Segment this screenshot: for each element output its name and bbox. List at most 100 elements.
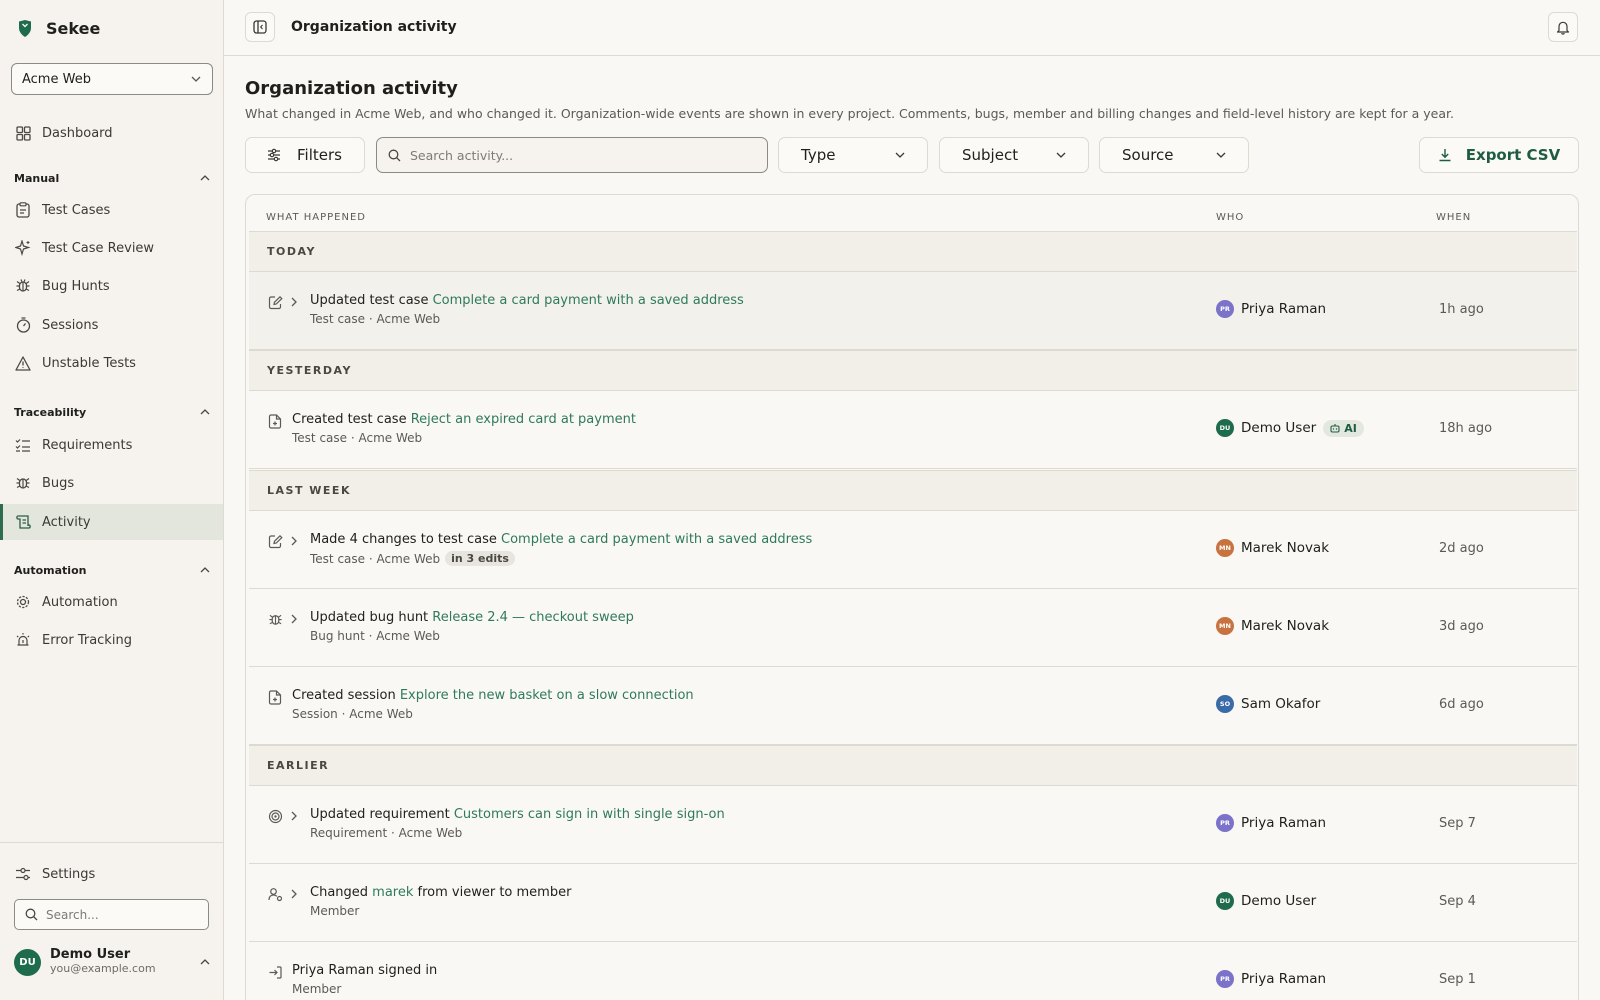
row-action: Updated test case (310, 293, 429, 308)
download-icon (1438, 148, 1452, 162)
sidebar-item-label: Automation (42, 594, 118, 610)
source-select[interactable]: Source (1099, 137, 1249, 173)
nav-section-manual[interactable]: Manual (14, 170, 210, 186)
search-icon (388, 149, 401, 162)
row-subject-link[interactable]: Complete a card payment with a saved add… (433, 293, 744, 308)
row-who-name: Demo User (1241, 420, 1317, 436)
subject-select[interactable]: Subject (939, 137, 1089, 173)
robot-icon (1330, 423, 1340, 433)
table-row[interactable]: Made 4 changes to test case Complete a c… (249, 511, 1577, 589)
edit-document-icon (268, 534, 284, 550)
filters-button[interactable]: Filters (245, 137, 365, 173)
row-subject-link[interactable]: Reject an expired card at payment (411, 412, 636, 427)
chevron-up-icon (200, 959, 210, 965)
sidebar-toggle-button[interactable] (245, 12, 275, 42)
avatar: PR (1216, 970, 1234, 988)
avatar: DU (14, 948, 41, 976)
type-select-label: Type (801, 146, 836, 164)
table-row[interactable]: Priya Raman signed in Member PR Priya Ra… (249, 942, 1577, 1000)
table-row[interactable]: Created session Explore the new basket o… (249, 667, 1577, 745)
file-plus-icon (268, 414, 284, 430)
chevron-right-icon[interactable] (288, 888, 300, 900)
row-who: PR Priya Raman (1216, 970, 1326, 988)
project-select[interactable]: Acme Web (11, 63, 213, 95)
row-when: 18h ago (1439, 421, 1493, 436)
sidebar-item-label: Bug Hunts (42, 278, 110, 294)
brand[interactable]: Sekee (18, 16, 100, 40)
user-name: Demo User (50, 947, 131, 962)
row-meta-text: Member (310, 904, 360, 918)
sidebar-item-dashboard[interactable]: Dashboard (0, 115, 223, 151)
chevron-right-icon[interactable] (288, 810, 300, 822)
activity-search[interactable] (376, 137, 768, 173)
sidebar-item-test-cases[interactable]: Test Cases (0, 192, 223, 228)
row-summary: Made 4 changes to test case Complete a c… (310, 532, 812, 547)
table-row[interactable]: Updated bug hunt Release 2.4 — checkout … (249, 589, 1577, 667)
page-title: Organization activity (245, 78, 458, 99)
sidebar-item-requirements[interactable]: Requirements (0, 427, 223, 463)
ai-badge-label: AI (1344, 421, 1357, 435)
row-action: Created session (292, 688, 396, 703)
brand-name: Sekee (46, 18, 101, 38)
chevron-right-icon[interactable] (288, 613, 300, 625)
nav-section-title: Automation (14, 563, 87, 577)
activity-search-input[interactable] (410, 147, 750, 163)
row-when: Sep 7 (1439, 816, 1476, 831)
table-row[interactable]: Updated test case Complete a card paymen… (249, 272, 1577, 350)
row-subject-link[interactable]: Explore the new basket on a slow connect… (400, 688, 694, 703)
row-who-name: Priya Raman (1241, 815, 1327, 831)
sidebar-item-settings[interactable]: Settings (0, 856, 223, 892)
sidebar: Sekee Acme Web Dashboard Manual Test Cas… (0, 0, 224, 1000)
sidebar-item-test-case-review[interactable]: Test Case Review (0, 230, 223, 266)
row-action: Changed (310, 885, 369, 900)
user-cog-icon (268, 887, 284, 903)
column-header-what: WHAT HAPPENED (266, 212, 366, 223)
edit-document-icon (268, 295, 284, 311)
group-header-yesterday: YESTERDAY (249, 350, 1577, 391)
sidebar-item-bugs[interactable]: Bugs (0, 465, 223, 501)
row-subject-link[interactable]: Customers can sign in with single sign-o… (454, 807, 725, 822)
row-meta: Test case · Acme Web (310, 312, 440, 326)
row-who: SO Sam Okafor (1216, 695, 1320, 713)
chevron-right-icon[interactable] (288, 296, 300, 308)
export-csv-button[interactable]: Export CSV (1419, 137, 1579, 173)
row-when: 1h ago (1439, 302, 1484, 317)
row-subject-link[interactable]: marek (372, 885, 413, 900)
bug-icon (14, 277, 32, 295)
sidebar-item-bug-hunts[interactable]: Bug Hunts (0, 268, 223, 304)
sidebar-search-input[interactable]: Search... (14, 899, 209, 930)
row-meta: Bug hunt · Acme Web (310, 629, 440, 643)
sidebar-item-error-tracking[interactable]: Error Tracking (0, 622, 223, 658)
project-select-value: Acme Web (22, 71, 91, 87)
nav-section-traceability[interactable]: Traceability (14, 404, 210, 420)
row-subject-link[interactable]: Complete a card payment with a saved add… (501, 532, 812, 547)
table-row[interactable]: Updated requirement Customers can sign i… (249, 786, 1577, 864)
row-summary: Updated test case Complete a card paymen… (310, 293, 744, 308)
column-header-who: WHO (1216, 212, 1245, 223)
row-meta-text: Member (292, 982, 342, 996)
sidebar-item-sessions[interactable]: Sessions (0, 307, 223, 343)
sidebar-item-activity[interactable]: Activity (0, 504, 223, 540)
notifications-button[interactable] (1548, 12, 1578, 42)
row-summary: Priya Raman signed in (292, 963, 437, 978)
chevron-down-icon (191, 76, 201, 82)
table-row[interactable]: Changed marek from viewer to member Memb… (249, 864, 1577, 942)
row-meta-text: Bug hunt · Acme Web (310, 629, 440, 643)
row-who: PR Priya Raman (1216, 814, 1326, 832)
sidebar-item-unstable-tests[interactable]: Unstable Tests (0, 345, 223, 381)
row-when: Sep 1 (1439, 972, 1476, 987)
bell-icon (1556, 20, 1570, 35)
sidebar-item-label: Sessions (42, 317, 99, 333)
checklist-icon (14, 436, 32, 454)
chevron-right-icon[interactable] (288, 535, 300, 547)
row-subject-link[interactable]: Release 2.4 — checkout sweep (432, 610, 634, 625)
row-who-name: Sam Okafor (1241, 696, 1321, 712)
nav-section-automation[interactable]: Automation (14, 562, 210, 578)
table-row[interactable]: Created test case Reject an expired card… (249, 391, 1577, 469)
sidebar-item-label: Settings (42, 866, 96, 882)
sidebar-item-label: Dashboard (42, 125, 113, 141)
gear-icon (14, 593, 32, 611)
user-menu[interactable]: DU Demo User you@example.com (14, 948, 210, 976)
type-select[interactable]: Type (778, 137, 928, 173)
sidebar-item-automation[interactable]: Automation (0, 584, 223, 620)
